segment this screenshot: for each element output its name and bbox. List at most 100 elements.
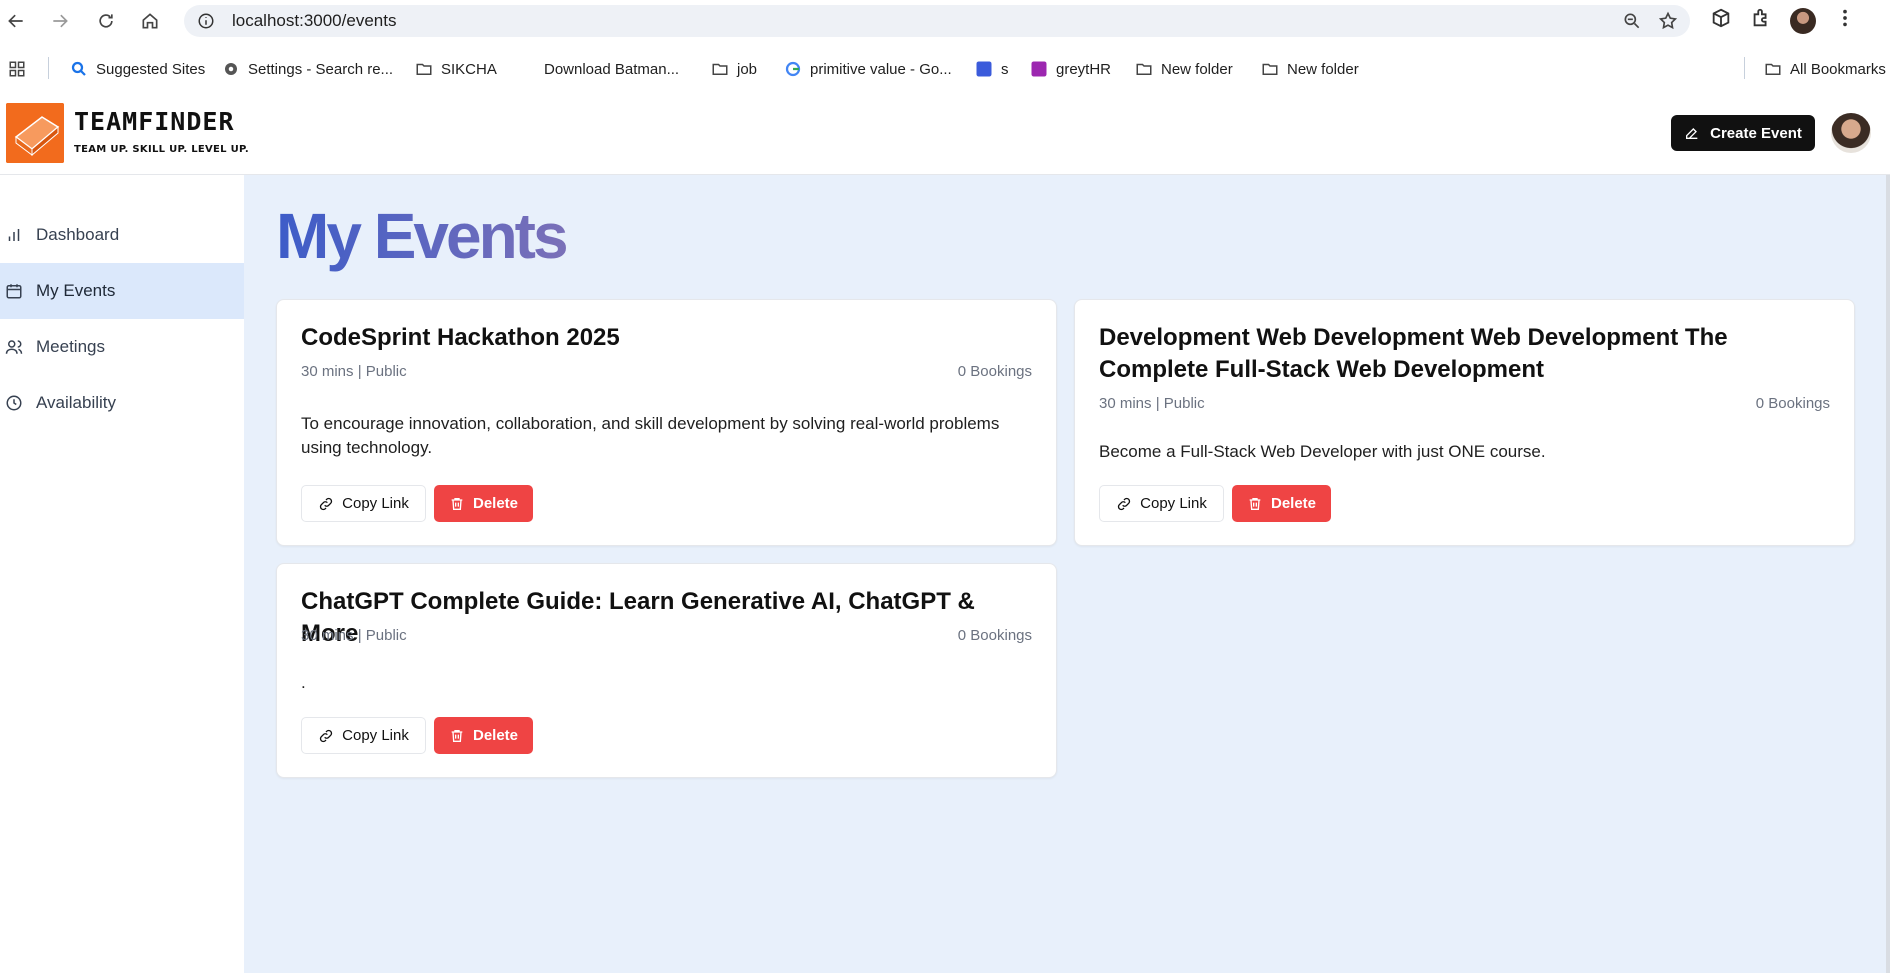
calendar-icon	[6, 284, 22, 299]
delete-label: Delete	[1270, 495, 1317, 512]
event-description: To encourage innovation, collaboration, …	[301, 414, 1000, 457]
event-meta: 30 mins | Public	[1099, 395, 1205, 412]
users-icon	[5, 340, 23, 354]
copy-link-label: Copy Link	[342, 495, 409, 512]
folder-icon	[1765, 63, 1781, 75]
bookmark-label: Download Batman...	[544, 60, 680, 78]
event-description: .	[301, 673, 306, 692]
create-event-button[interactable]: Create Event	[1671, 115, 1815, 151]
bookmark-divider	[48, 57, 49, 79]
site-info-icon[interactable]	[196, 11, 216, 31]
bookmark-label: primitive value - Go...	[810, 60, 952, 78]
bookmark-job[interactable]: job	[711, 58, 757, 80]
bookmark-label: New folder	[1161, 60, 1233, 78]
copy-link-button[interactable]: Copy Link	[1099, 485, 1224, 522]
event-card: Development Web Development Web Developm…	[1074, 299, 1855, 546]
bookmarks-bar: Suggested Sites Settings - Search re... …	[0, 52, 1890, 84]
clock-icon	[6, 395, 22, 411]
event-meta: 30 mins | Public	[301, 627, 407, 644]
trash-icon	[451, 729, 463, 742]
delete-button[interactable]: Delete	[434, 717, 533, 754]
delete-button[interactable]: Delete	[434, 485, 533, 522]
bookmark-greythr[interactable]: greytHR	[1030, 58, 1111, 80]
copy-link-label: Copy Link	[1140, 495, 1207, 512]
extensions-puzzle-icon[interactable]	[1750, 7, 1772, 34]
sidebar-item-label: My Events	[36, 281, 116, 300]
all-bookmarks-label: All Bookmarks	[1790, 60, 1886, 78]
link-icon	[1118, 497, 1131, 510]
sidebar-item-meetings[interactable]: Meetings	[0, 319, 244, 375]
event-title: CodeSprint Hackathon 2025	[301, 324, 620, 351]
folder-icon	[1136, 63, 1152, 75]
bookmark-s[interactable]: s	[975, 58, 1009, 80]
menu-dots-icon[interactable]	[1834, 7, 1856, 34]
logo-title: TEAMFINDER	[74, 107, 235, 136]
sidebar-item-label: Availability	[36, 393, 117, 412]
bookmark-suggested-sites[interactable]: Suggested Sites	[70, 58, 205, 80]
bookmark-label: s	[1001, 60, 1009, 78]
delete-label: Delete	[472, 495, 519, 512]
event-title: Development Web Development Web Developm…	[1099, 324, 1728, 383]
bookmark-label: greytHR	[1056, 60, 1112, 78]
search-icon	[71, 61, 86, 76]
bookmark-label: job	[737, 60, 758, 78]
link-icon	[320, 729, 333, 742]
event-card: ChatGPT Complete Guide: Learn Generative…	[276, 563, 1057, 778]
event-description: Become a Full-Stack Web Developer with j…	[1099, 442, 1546, 461]
copy-link-button[interactable]: Copy Link	[301, 485, 426, 522]
bookmark-sikcha[interactable]: SIKCHA	[415, 58, 497, 80]
logo-icon[interactable]	[6, 103, 64, 163]
bookmark-download-batman[interactable]: Download Batman...	[544, 58, 679, 80]
logo-tagline: TEAM UP. SKILL UP. LEVEL UP.	[74, 144, 249, 155]
home-icon[interactable]	[136, 7, 164, 35]
scrollbar[interactable]	[1886, 175, 1890, 973]
zoom-icon[interactable]	[1622, 11, 1642, 36]
event-meta: 30 mins | Public	[301, 363, 407, 380]
link-icon	[320, 497, 333, 510]
copy-link-label: Copy Link	[342, 727, 409, 744]
delete-button[interactable]: Delete	[1232, 485, 1331, 522]
app-header: TEAMFINDER TEAM UP. SKILL UP. LEVEL UP. …	[0, 99, 1890, 175]
page-title: My Events	[276, 200, 569, 272]
url-text[interactable]: localhost:3000/events	[232, 11, 396, 31]
bookmark-primitive-value[interactable]: primitive value - Go...	[784, 58, 952, 80]
event-title: ChatGPT Complete Guide: Learn Generative…	[301, 588, 975, 647]
forward-icon[interactable]	[46, 7, 74, 35]
sidebar: Dashboard My Events Meetings Availabilit…	[0, 175, 244, 973]
back-icon[interactable]	[2, 7, 30, 35]
sidebar-item-label: Dashboard	[36, 225, 120, 244]
all-bookmarks[interactable]: All Bookmarks	[1764, 58, 1886, 80]
sidebar-item-my-events[interactable]: My Events	[0, 263, 244, 319]
google-icon	[785, 61, 801, 77]
extension-box-icon[interactable]	[1710, 7, 1732, 34]
apps-grid-icon[interactable]	[8, 58, 26, 80]
event-bookings: 0 Bookings	[957, 627, 1032, 644]
bookmark-label: SIKCHA	[441, 60, 497, 78]
delete-label: Delete	[472, 727, 519, 744]
gear-icon	[225, 63, 237, 75]
bookmark-new-folder[interactable]: New folder	[1135, 58, 1233, 80]
profile-avatar[interactable]	[1790, 7, 1816, 34]
copy-link-button[interactable]: Copy Link	[301, 717, 426, 754]
star-icon[interactable]	[1658, 11, 1678, 36]
sidebar-item-availability[interactable]: Availability	[0, 375, 244, 431]
bookmark-divider	[1744, 57, 1745, 79]
reload-icon[interactable]	[92, 7, 120, 35]
create-event-label: Create Event	[1710, 124, 1802, 142]
bookmark-label: Settings - Search re...	[248, 60, 394, 78]
greythr-icon	[1031, 61, 1047, 77]
edit-icon	[1686, 128, 1698, 139]
sidebar-item-dashboard[interactable]: Dashboard	[0, 207, 244, 263]
bookmark-new-folder-2[interactable]: New folder	[1261, 58, 1359, 80]
main-content: My Events CodeSprint Hackathon 2025 30 m…	[244, 175, 1890, 973]
event-bookings: 0 Bookings	[957, 363, 1032, 380]
bookmark-label: Suggested Sites	[96, 60, 206, 78]
address-bar[interactable]: localhost:3000/events	[184, 5, 1690, 37]
bar-chart-icon	[8, 229, 20, 241]
trash-icon	[451, 497, 463, 510]
user-avatar[interactable]	[1831, 113, 1871, 153]
sidebar-item-label: Meetings	[36, 337, 105, 356]
bookmark-settings[interactable]: Settings - Search re...	[222, 58, 393, 80]
bookmark-label: New folder	[1287, 60, 1359, 78]
event-card: CodeSprint Hackathon 2025 30 mins | Publ…	[276, 299, 1057, 546]
